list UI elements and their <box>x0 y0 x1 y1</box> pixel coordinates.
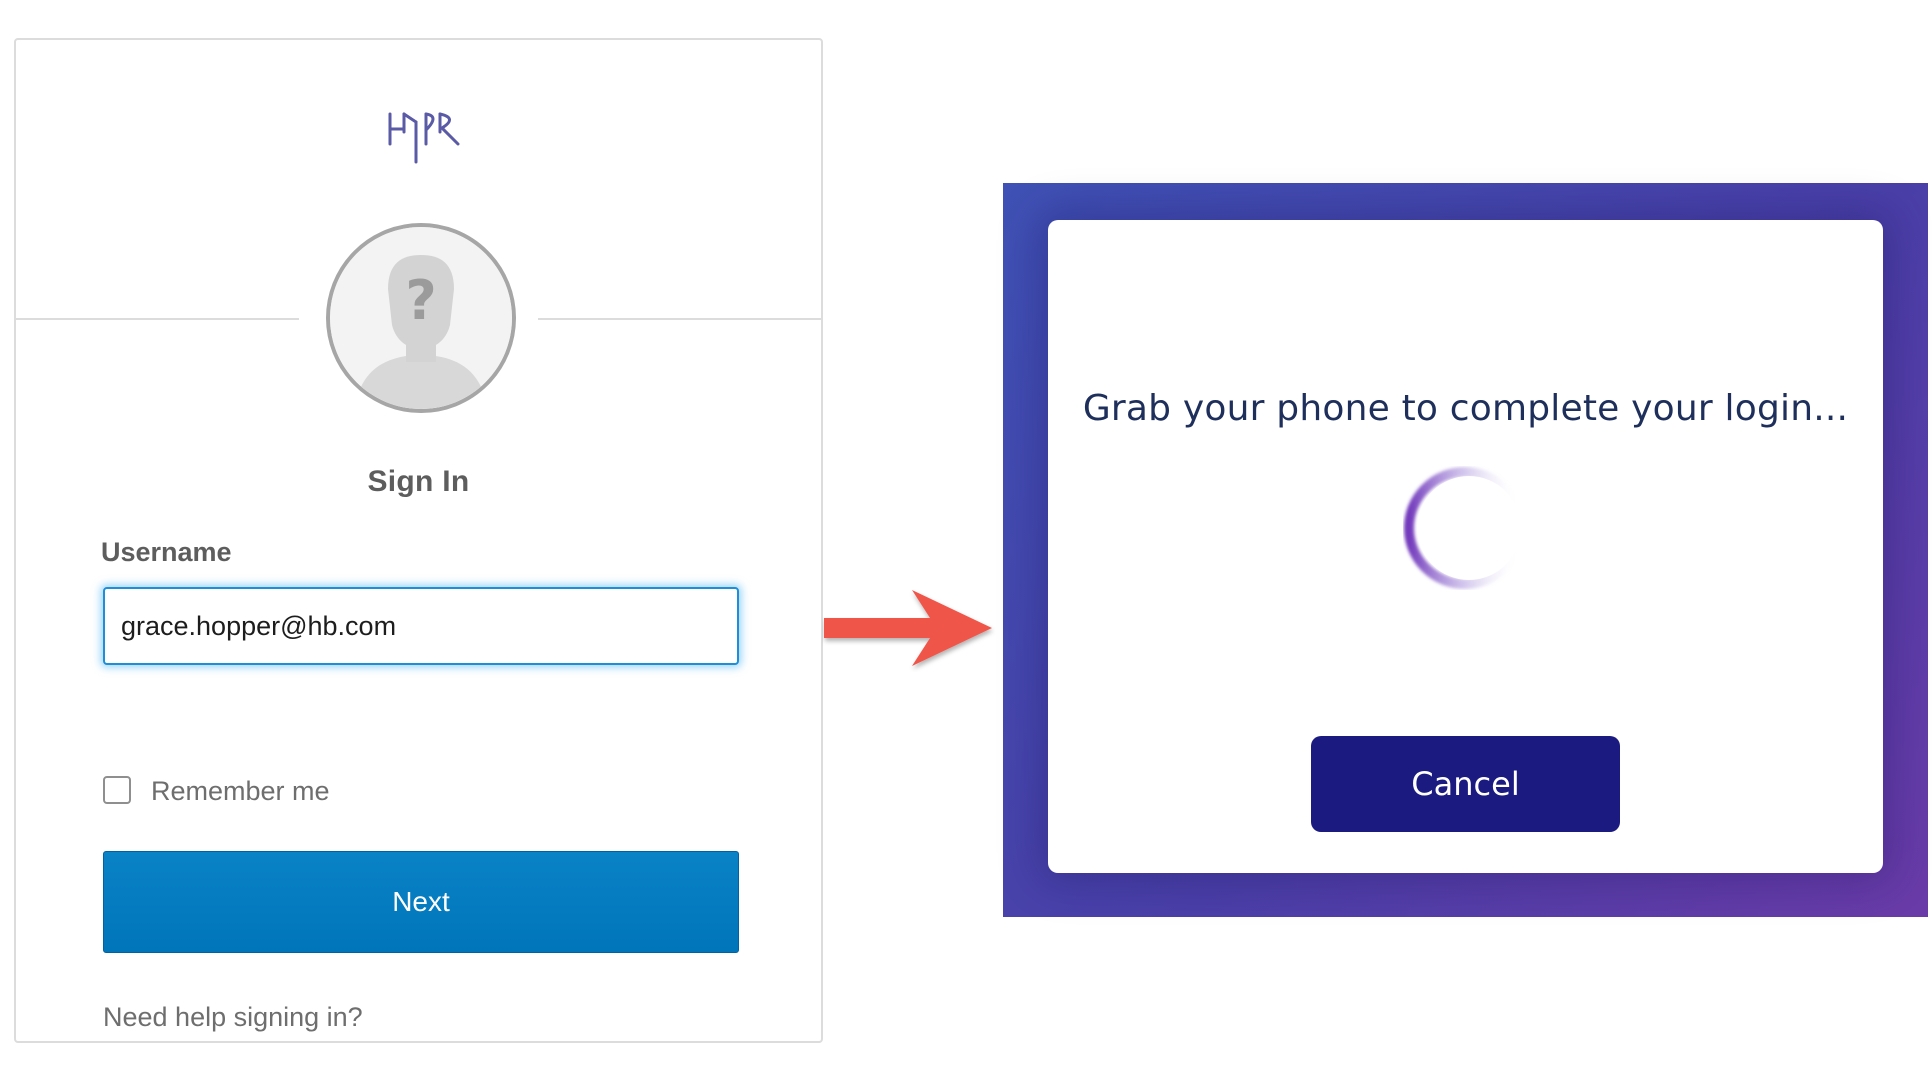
svg-text:?: ? <box>405 269 436 332</box>
username-input[interactable] <box>103 587 739 665</box>
unknown-user-icon: ? <box>326 223 516 413</box>
right-arrow-icon <box>822 582 997 672</box>
loading-spinner-icon <box>1403 466 1527 590</box>
signin-title: Sign In <box>367 465 470 498</box>
cancel-button[interactable]: Cancel <box>1311 736 1620 832</box>
signin-card: ? Sign In Username Remember me Next Need… <box>14 38 823 1043</box>
divider-left <box>16 318 299 320</box>
remember-me-label[interactable]: Remember me <box>151 776 330 807</box>
help-link[interactable]: Need help signing in? <box>103 1002 363 1033</box>
next-button[interactable]: Next <box>103 851 739 953</box>
remember-me-checkbox[interactable] <box>103 776 131 804</box>
modal-message: Grab your phone to complete your login..… <box>1082 388 1849 429</box>
hypr-logo <box>384 102 464 172</box>
username-label: Username <box>101 537 232 567</box>
stage: ? Sign In Username Remember me Next Need… <box>0 0 1932 1068</box>
divider-right <box>538 318 823 320</box>
hypr-modal: Grab your phone to complete your login..… <box>1048 220 1883 873</box>
